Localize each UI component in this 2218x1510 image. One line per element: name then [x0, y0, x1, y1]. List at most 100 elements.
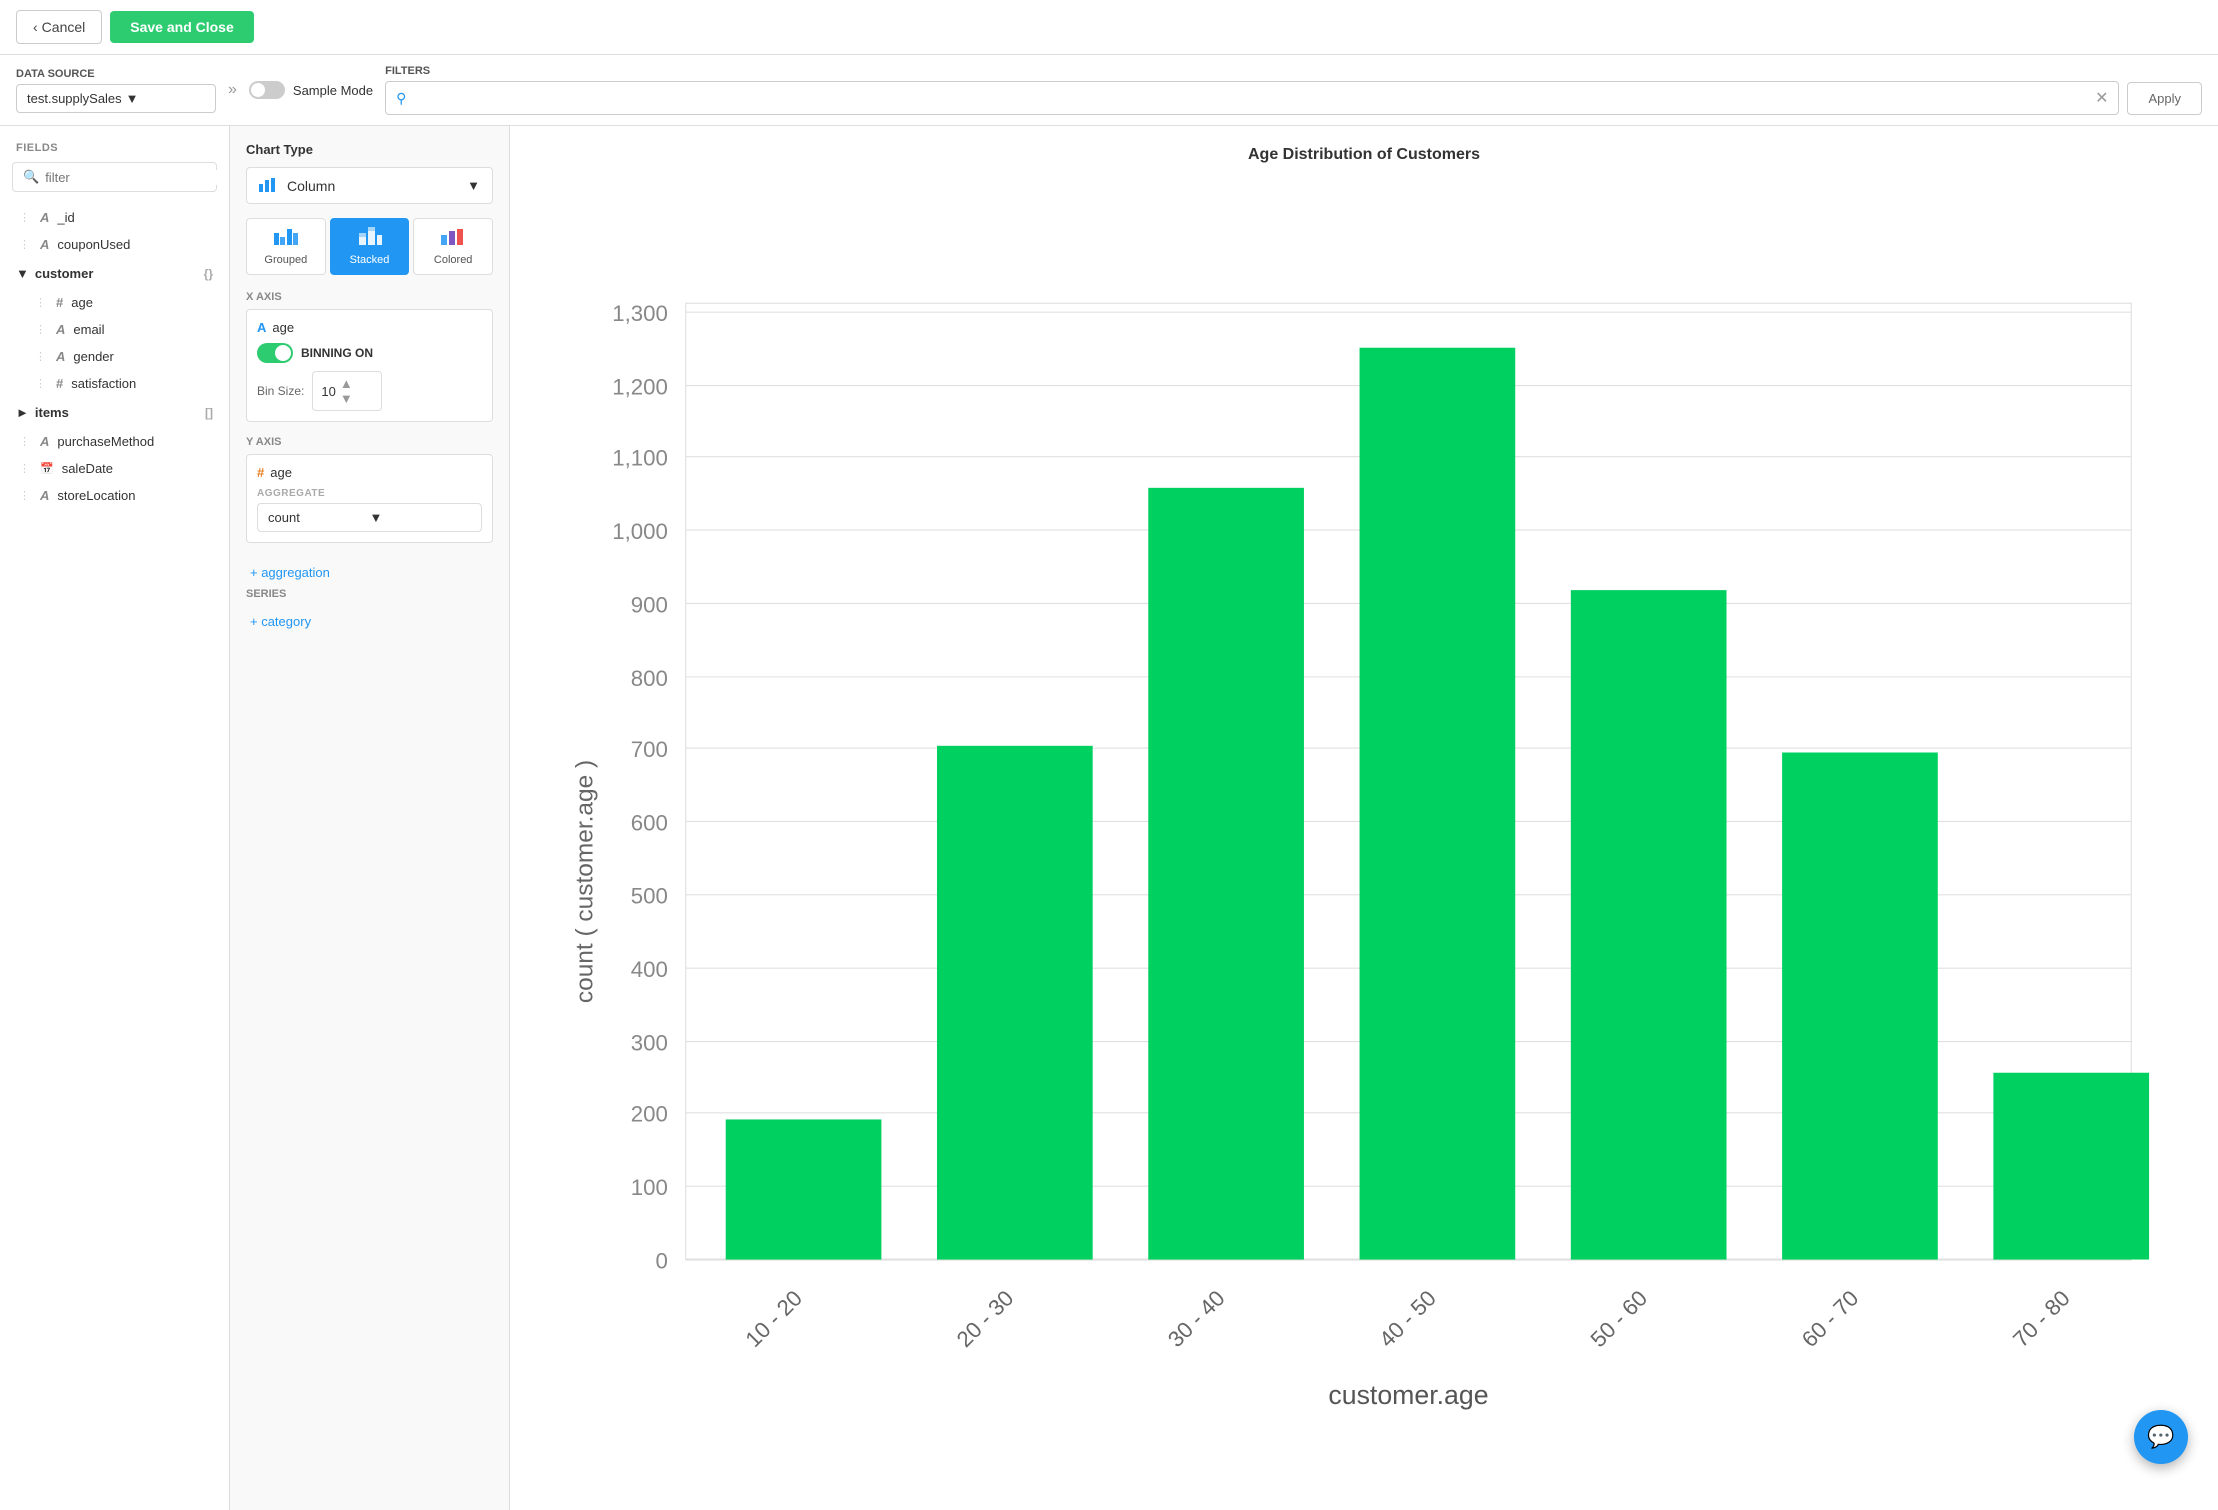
- svg-text:60 - 70: 60 - 70: [1797, 1285, 1864, 1352]
- x-axis-field-name: age: [272, 320, 294, 335]
- chevron-down-icon: ▼: [370, 510, 472, 525]
- bin-size-input[interactable]: 10 ▲ ▼: [312, 371, 382, 411]
- svg-text:20 - 30: 20 - 30: [952, 1285, 1019, 1352]
- field-item-satisfaction[interactable]: ⋮ # satisfaction: [0, 370, 229, 397]
- field-group-customer[interactable]: ▼ customer {}: [0, 258, 229, 289]
- svg-text:1,200: 1,200: [612, 374, 668, 399]
- svg-text:1,000: 1,000: [612, 519, 668, 544]
- chart-panel: Chart Type Column ▼: [230, 126, 510, 1510]
- field-item-email[interactable]: ⋮ A email: [0, 316, 229, 343]
- filter-icon: ⚲: [396, 90, 406, 107]
- chevron-down-icon: ▼: [126, 91, 205, 106]
- field-type-icon: A: [40, 237, 49, 252]
- drag-icon: ⋮: [19, 435, 30, 448]
- chevron-down-icon: ▼: [467, 178, 480, 193]
- svg-text:40 - 50: 40 - 50: [1374, 1285, 1441, 1352]
- binning-toggle[interactable]: [257, 343, 293, 363]
- filter-input[interactable]: [414, 91, 2087, 106]
- add-aggregation-button[interactable]: + aggregation: [246, 557, 493, 588]
- chart-type-dropdown[interactable]: Column ▼: [246, 167, 493, 204]
- svg-text:100: 100: [631, 1175, 668, 1200]
- series-section: Series + category: [246, 588, 493, 637]
- field-group-items[interactable]: ► items []: [0, 397, 229, 428]
- filter-bar: Data Source test.supplySales ▼ » Sample …: [0, 55, 2218, 126]
- y-axis-field-row: # age: [257, 465, 482, 480]
- svg-text:0: 0: [656, 1248, 668, 1273]
- grouped-option[interactable]: Grouped: [246, 218, 326, 275]
- datasource-select[interactable]: test.supplySales ▼: [16, 84, 216, 113]
- chart-type-label: Chart Type: [246, 142, 493, 157]
- field-type-icon: #: [56, 295, 63, 310]
- x-axis-card: A age BINNING ON Bin Size: 10 ▲ ▼: [246, 309, 493, 422]
- y-axis-title: count ( customer.age ): [571, 760, 598, 1003]
- field-item-purchasemethod[interactable]: ⋮ A purchaseMethod: [0, 428, 229, 455]
- x-axis-section: X Axis A age BINNING ON Bin Size: 10 ▲: [246, 291, 493, 422]
- search-input-box: 🔍: [12, 162, 217, 192]
- group-badge: {}: [204, 267, 213, 281]
- calendar-icon: 📅: [40, 462, 54, 475]
- field-item-gender[interactable]: ⋮ A gender: [0, 343, 229, 370]
- arrow-right-icon: »: [228, 81, 237, 99]
- bar-40-50: [1360, 348, 1516, 1260]
- svg-text:800: 800: [631, 666, 668, 691]
- group-badge: []: [205, 406, 213, 420]
- x-axis-field-row: A age: [257, 320, 482, 335]
- sample-mode-toggle[interactable]: [249, 81, 285, 99]
- svg-text:200: 200: [631, 1102, 668, 1127]
- field-type-icon: A: [40, 488, 49, 503]
- datasource-value: test.supplySales: [27, 91, 122, 106]
- chevron-right-icon: ►: [16, 405, 29, 420]
- filters-label: Filters: [385, 65, 2202, 77]
- add-category-button[interactable]: + category: [246, 606, 493, 637]
- bin-size-value: 10: [321, 384, 335, 399]
- sample-mode-section: Sample Mode: [249, 81, 373, 99]
- group-name: items: [35, 405, 69, 420]
- field-item-age[interactable]: ⋮ # age: [0, 289, 229, 316]
- top-bar: ‹ Cancel Save and Close: [0, 0, 2218, 55]
- bin-size-row: Bin Size: 10 ▲ ▼: [257, 371, 482, 411]
- datasource-section: Data Source test.supplySales ▼: [16, 68, 216, 113]
- aggregate-select[interactable]: count ▼: [257, 503, 482, 532]
- field-search-input[interactable]: [45, 170, 221, 185]
- bin-size-label: Bin Size:: [257, 384, 304, 398]
- drag-icon: ⋮: [19, 211, 30, 224]
- aggregate-value: count: [268, 510, 370, 525]
- chart-area: Age Distribution of Customers count ( cu…: [510, 126, 2218, 1510]
- bin-size-arrows[interactable]: ▲ ▼: [340, 376, 353, 406]
- svg-text:900: 900: [631, 592, 668, 617]
- search-wrap: 🔍: [0, 162, 229, 204]
- group-name: customer: [35, 266, 94, 281]
- field-type-icon: A: [40, 210, 49, 225]
- sidebar: FIELDS 🔍 ⋮ A _id ⋮ A couponUsed ▼ custom…: [0, 126, 230, 1510]
- svg-text:1,300: 1,300: [612, 301, 668, 326]
- datasource-label: Data Source: [16, 68, 216, 80]
- colored-option[interactable]: Colored: [413, 218, 493, 275]
- svg-text:70 - 80: 70 - 80: [2008, 1285, 2075, 1352]
- bar-30-40: [1148, 488, 1304, 1260]
- bar-50-60: [1571, 590, 1727, 1259]
- field-name: gender: [73, 349, 113, 364]
- field-item-storelocation[interactable]: ⋮ A storeLocation: [0, 482, 229, 509]
- grouped-label: Grouped: [264, 254, 307, 266]
- field-name: couponUsed: [57, 237, 130, 252]
- field-item-saledate[interactable]: ⋮ 📅 saleDate: [0, 455, 229, 482]
- grouped-icon: [274, 227, 298, 250]
- field-item-id[interactable]: ⋮ A _id: [0, 204, 229, 231]
- drag-icon: ⋮: [35, 377, 46, 390]
- cancel-button[interactable]: ‹ Cancel: [16, 10, 102, 44]
- apply-button[interactable]: Apply: [2127, 82, 2202, 115]
- chat-bubble[interactable]: 💬: [2134, 1410, 2188, 1464]
- stacked-label: Stacked: [350, 254, 390, 266]
- svg-text:10 - 20: 10 - 20: [740, 1285, 807, 1352]
- drag-icon: ⋮: [35, 350, 46, 363]
- bar-60-70: [1782, 752, 1938, 1259]
- stacked-option[interactable]: Stacked: [330, 218, 410, 275]
- bar-10-20: [726, 1119, 882, 1259]
- save-close-button[interactable]: Save and Close: [110, 11, 254, 43]
- x-axis-title: customer.age: [1328, 1380, 1488, 1410]
- chart-type-options: Grouped Stacked: [246, 218, 493, 275]
- field-item-couponused[interactable]: ⋮ A couponUsed: [0, 231, 229, 258]
- y-axis-field-icon: #: [257, 465, 264, 480]
- clear-filter-button[interactable]: ✕: [2095, 88, 2108, 108]
- binning-row: BINNING ON: [257, 343, 482, 363]
